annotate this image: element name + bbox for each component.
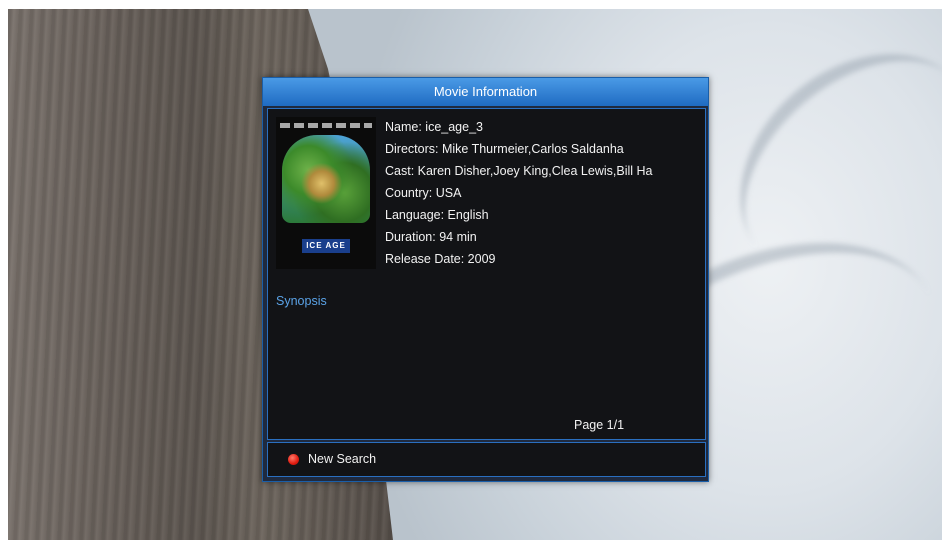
movie-release-date: Release Date: 2009 (385, 252, 496, 266)
movie-name: Name: ice_age_3 (385, 120, 483, 134)
movie-info-list: Name: ice_age_3 Directors: Mike Thurmeie… (385, 116, 703, 270)
dialog-footer: New Search (267, 442, 706, 477)
movie-country: Country: USA (385, 186, 462, 200)
movie-language: Language: English (385, 208, 489, 222)
synopsis-label: Synopsis (276, 294, 327, 308)
poster-credits-strip (280, 123, 372, 128)
dialog-title: Movie Information (263, 78, 708, 106)
poster-logo: ICE AGE (302, 239, 350, 253)
movie-poster: ICE AGE (276, 117, 376, 269)
page-indicator: Page 1/1 (574, 418, 625, 432)
movie-duration: Duration: 94 min (385, 230, 477, 244)
movie-directors: Directors: Mike Thurmeier,Carlos Saldanh… (385, 142, 624, 156)
poster-artwork (282, 135, 370, 223)
red-button-icon (288, 454, 299, 465)
movie-information-dialog: Movie Information ICE AGE Name: ice_age_… (262, 77, 709, 482)
movie-cast: Cast: Karen Disher,Joey King,Clea Lewis,… (385, 164, 653, 178)
new-search-button[interactable]: New Search (308, 452, 376, 466)
movie-details-panel: ICE AGE Name: ice_age_3 Directors: Mike … (267, 108, 706, 440)
